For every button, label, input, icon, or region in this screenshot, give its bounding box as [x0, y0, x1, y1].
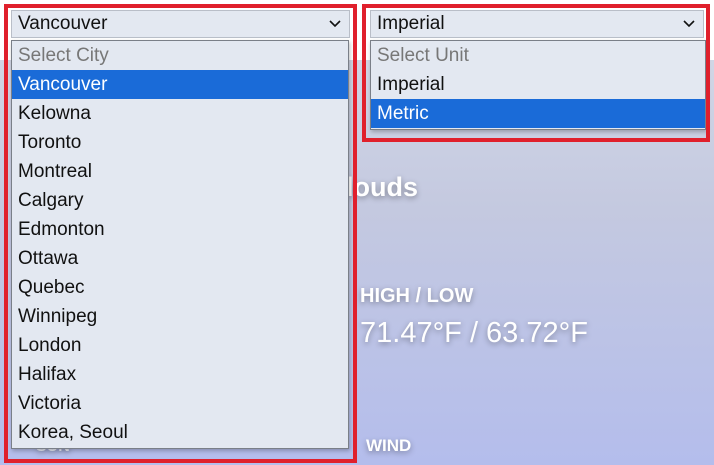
unit-highlight-frame [362, 4, 710, 142]
wind-label: WIND [366, 436, 412, 455]
high-low-label: HIGH / LOW [360, 285, 474, 307]
high-low-value: 71.47°F / 63.72°F [360, 317, 588, 349]
city-highlight-frame [4, 4, 357, 463]
